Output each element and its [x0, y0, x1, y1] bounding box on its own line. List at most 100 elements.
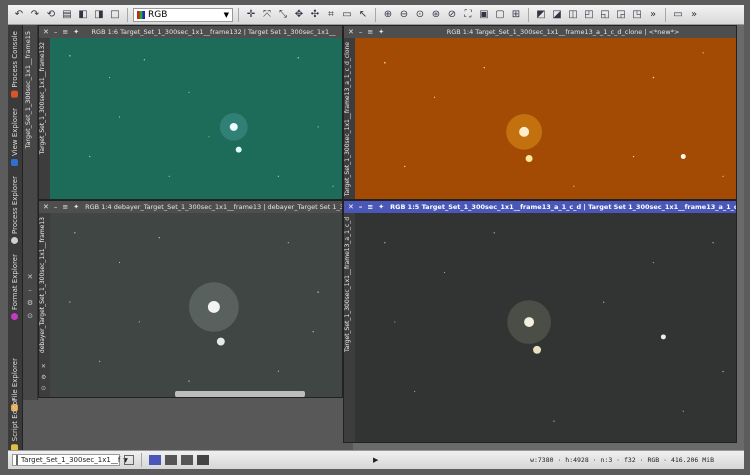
toolbar-separator [127, 7, 128, 22]
image-window-top-right[interactable]: ✕ – ≡ ✦ RGB 1:4 Target_Set_1_300sec_1x1__fr… [343, 25, 737, 200]
view-explorer-icon [11, 158, 19, 166]
crop-icon[interactable]: ⌗ [324, 8, 338, 22]
pin-icon[interactable]: ✦ [378, 28, 384, 36]
close-icon[interactable]: ✕ [43, 28, 49, 36]
window-titlebar[interactable]: ✕ – ≡ ✦ RGB 1:6 Target_Set_1_300sec_1x1__fr… [39, 26, 342, 38]
window-title: RGB 1:4 debayer_Target_Set_1_300sec_1x1_… [85, 203, 342, 211]
image-window-top-left[interactable]: ✕ – ≡ ✦ RGB 1:6 Target_Set_1_300sec_1x1__fr… [38, 25, 343, 200]
sidebar-tab-label: Format Explorer [11, 253, 19, 311]
sidebar-tab-format-explorer[interactable]: Format Explorer [8, 253, 22, 321]
shade-icon[interactable]: – [359, 28, 363, 36]
image-canvas[interactable] [50, 213, 342, 397]
play-icon[interactable]: ▶ [373, 456, 378, 464]
pointer-icon[interactable]: ↖ [356, 8, 370, 22]
preview-new-icon[interactable]: ◱ [598, 8, 612, 22]
window-titlebar[interactable]: ✕ – ≡ ✦ RGB 1:4 debayer_Target_Set_1_300sec… [39, 201, 342, 213]
sidebar-tab-script-editor[interactable]: Script Editor [8, 398, 22, 452]
overflow-icon[interactable]: » [687, 8, 701, 22]
maximize-icon[interactable]: ≡ [367, 203, 373, 211]
settings-icon[interactable]: ⚙ [41, 374, 46, 381]
pin-icon[interactable]: ✦ [73, 203, 79, 211]
move-icon[interactable]: ✥ [292, 8, 306, 22]
channel-alpha-icon[interactable] [181, 455, 193, 465]
sidebar-tab-label: View Explorer [11, 108, 19, 156]
horizontal-scrollbar[interactable] [175, 391, 305, 397]
maximize-icon[interactable]: ≡ [62, 203, 68, 211]
close-icon[interactable]: ✕ [348, 203, 354, 211]
sidebar-tab-view-explorer[interactable]: View Explorer [8, 107, 22, 167]
maximize-icon[interactable]: ≡ [62, 28, 68, 36]
image-canvas[interactable] [355, 38, 736, 199]
link-icon[interactable]: ⊙ [41, 385, 46, 392]
window-titlebar[interactable]: ✕ – ≡ ✦ RGB 1:4 Target_Set_1_300sec_1x1__fr… [344, 26, 736, 38]
new-window-icon[interactable]: □ [108, 8, 122, 22]
zoom-out-icon[interactable]: ⊖ [397, 8, 411, 22]
cascade-icon[interactable]: ▢ [493, 8, 507, 22]
zoom-icon[interactable]: ⤡ [276, 8, 290, 22]
fullscreen-icon[interactable]: ⛶ [461, 8, 475, 22]
preview-icon[interactable]: ◰ [582, 8, 596, 22]
vertical-scrollbar[interactable] [737, 25, 744, 443]
image-window-bottom-right[interactable]: ✕ – ≡ ✦ RGB 1:5 Target_Set_1_300sec_1x1__fr… [343, 200, 737, 443]
readout-icon[interactable]: ✛ [244, 8, 258, 22]
preview-edit-icon[interactable]: ◳ [630, 8, 644, 22]
view-selector[interactable]: Target_Set_1_300sec_1x1__f ▼ [12, 454, 128, 466]
reset-icon[interactable]: ⟲ [44, 8, 58, 22]
history-icon[interactable]: ▤ [60, 8, 74, 22]
channel-rgb-icon[interactable] [149, 455, 161, 465]
more-icon[interactable]: » [646, 8, 660, 22]
zoom-fit-icon[interactable]: ⊙ [413, 8, 427, 22]
edit-icon[interactable]: ▭ [340, 8, 354, 22]
view-selector-value: Target_Set_1_300sec_1x1__f [21, 456, 121, 464]
fit-window-icon[interactable]: ▣ [477, 8, 491, 22]
zoom-in-icon[interactable]: ⊕ [381, 8, 395, 22]
sidebar-tab-process-console[interactable]: Process Console [8, 29, 22, 99]
zoom-1-1-icon[interactable]: ⊛ [429, 8, 443, 22]
pin-icon[interactable]: ✦ [73, 28, 79, 36]
select-icon[interactable]: ✣ [308, 8, 322, 22]
image-canvas[interactable] [355, 213, 736, 442]
image-window-bottom-left[interactable]: ✕ – ≡ ✦ RGB 1:4 debayer_Target_Set_1_300sec… [38, 200, 343, 398]
stf-auto-icon[interactable]: ◨ [92, 8, 106, 22]
link-icon[interactable]: ⊙ [27, 312, 33, 320]
shaded-window-tab[interactable]: Target_Set_1_300sec_1x1__frame15 ✕ – ⚙ ⊙ [23, 25, 38, 400]
tile-icon[interactable]: ⊞ [509, 8, 523, 22]
close-icon[interactable]: ✕ [27, 273, 33, 281]
stf-icon[interactable]: ◧ [76, 8, 90, 22]
view-identifier-label: Target_Set_1_300sec_1x1__frame13_a_1_c_d [344, 217, 351, 353]
close-icon[interactable]: ✕ [348, 28, 354, 36]
settings-icon[interactable]: ⚙ [27, 299, 33, 307]
chevron-down-icon: ▼ [223, 10, 229, 19]
close-icon[interactable]: ✕ [41, 363, 46, 370]
color-space-select[interactable]: RGB ▼ [133, 7, 233, 22]
minimize-icon[interactable]: – [28, 286, 32, 294]
sidebar-tab-process-explorer[interactable]: Process Explorer [8, 175, 22, 245]
undo-icon[interactable]: ↶ [12, 8, 26, 22]
close-icon[interactable]: ✕ [43, 203, 49, 211]
bottom-scrollbar[interactable] [353, 443, 744, 450]
pan-icon[interactable]: ⤧ [260, 8, 274, 22]
monitor-icon[interactable]: ▭ [671, 8, 685, 22]
redo-icon[interactable]: ↷ [28, 8, 42, 22]
preview-delete-icon[interactable]: ◲ [614, 8, 628, 22]
mask-icon[interactable]: ◩ [534, 8, 548, 22]
shade-icon[interactable]: – [359, 203, 363, 211]
window-titlebar[interactable]: ✕ – ≡ ✦ RGB 1:5 Target_Set_1_300sec_1x1__fr… [344, 201, 736, 213]
channel-mask-icon[interactable] [197, 455, 209, 465]
mask-show-icon[interactable]: ◪ [550, 8, 564, 22]
mask-invert-icon[interactable]: ◫ [566, 8, 580, 22]
shade-icon[interactable]: – [54, 28, 58, 36]
view-icon [16, 455, 18, 465]
image-canvas[interactable] [50, 38, 342, 199]
workspace: Target_Set_1_300sec_1x1__frame15 ✕ – ⚙ ⊙… [23, 25, 744, 450]
window-title: RGB 1:4 Target_Set_1_300sec_1x1__frame13… [446, 28, 680, 36]
galaxy-image [355, 38, 736, 199]
window-mode-icon[interactable] [124, 455, 134, 465]
channel-gray-icon[interactable] [165, 455, 177, 465]
main-toolbar: ↶ ↷ ⟲ ▤ ◧ ◨ □ RGB ▼ ✛ ⤧ ⤡ ✥ ✣ ⌗ ▭ ↖ ⊕ ⊖ … [8, 5, 744, 25]
zoom-window-icon[interactable]: ⊘ [445, 8, 459, 22]
pin-icon[interactable]: ✦ [378, 203, 384, 211]
maximize-icon[interactable]: ≡ [367, 28, 373, 36]
toolbar-separator [665, 7, 666, 22]
shade-icon[interactable]: – [54, 203, 58, 211]
